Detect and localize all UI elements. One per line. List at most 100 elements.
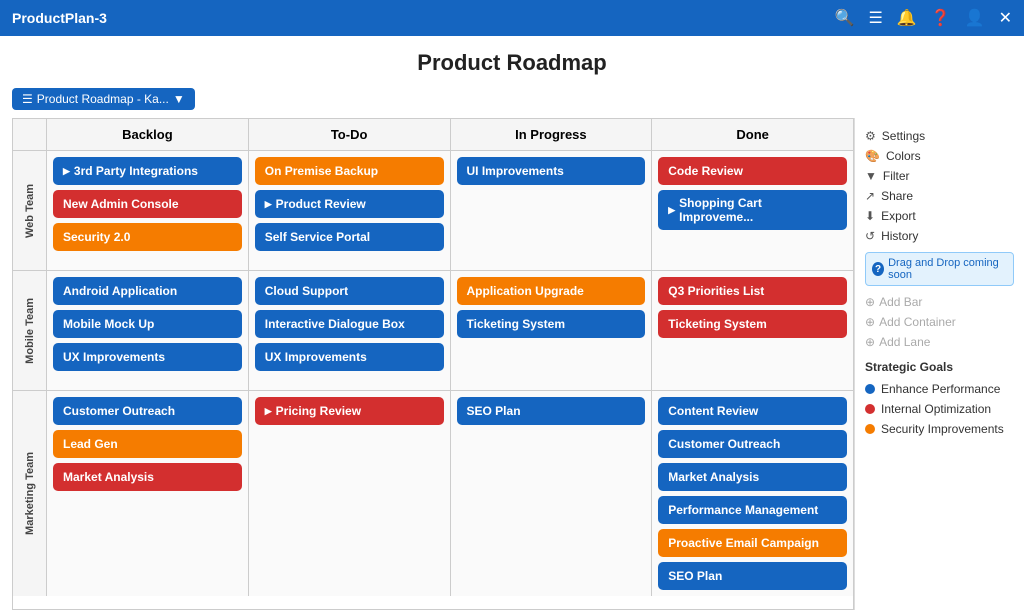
breadcrumb-label: Product Roadmap - Ka... [37,92,169,106]
card-label: Shopping Cart Improveme... [679,196,837,224]
card-label: UX Improvements [265,350,367,364]
card-label: Proactive Email Campaign [668,536,819,550]
cell-web-team-todo: On Premise Backup ▶Product Review Self Ser… [249,151,451,270]
lane-label-text: Web Team [24,184,36,238]
card-chevron-icon: ▶ [668,205,675,216]
share-icon: ↗ [865,189,875,203]
card[interactable]: Proactive Email Campaign [658,529,847,557]
card[interactable]: SEO Plan [658,562,847,590]
card-chevron-icon: ▶ [265,406,272,417]
strategic-goal-item: Security Improvements [865,419,1014,439]
topbar-icons: 🔍 ☰ 🔔 ❓ 👤 ✕ [835,8,1012,28]
goal-label: Enhance Performance [881,382,1000,396]
kanban-row: Web Team ▶ 3rd Party Integrations New Admin… [13,151,853,271]
sidebar-menu-item-settings[interactable]: ⚙Settings [865,126,1014,146]
close-icon[interactable]: ✕ [999,8,1012,28]
cell-web-team-backlog: ▶ 3rd Party Integrations New Admin Console… [47,151,249,270]
topbar: ProductPlan-3 🔍 ☰ 🔔 ❓ 👤 ✕ [0,0,1024,36]
cell-web-team-done: Code Review ▶ Shopping Cart Improveme... [652,151,853,270]
card[interactable]: Market Analysis [658,463,847,491]
bell-icon[interactable]: 🔔 [897,8,917,28]
card[interactable]: Self Service Portal [255,223,444,251]
card[interactable]: ▶ Pricing Review [255,397,444,425]
card[interactable]: UI Improvements [457,157,646,185]
card[interactable]: UX Improvements [53,343,242,371]
search-icon[interactable]: 🔍 [835,8,855,28]
card-label: Cloud Support [265,284,348,298]
card-chevron-icon: ▶ [265,199,272,210]
col-header-done: Done [652,119,853,150]
sidebar-menu-item-history[interactable]: ↺History [865,226,1014,246]
card[interactable]: ▶ 3rd Party Integrations [53,157,242,185]
card-label: Content Review [668,404,758,418]
add-add-lane-button[interactable]: ⊕Add Lane [865,332,1014,352]
card[interactable]: Security 2.0 [53,223,242,251]
add-add-bar-button[interactable]: ⊕Add Bar [865,292,1014,312]
sidebar-menu-label: Export [881,209,916,223]
card[interactable]: SEO Plan [457,397,646,425]
card[interactable]: Customer Outreach [53,397,242,425]
card-label: Performance Management [668,503,818,517]
menu-icon[interactable]: ☰ [868,8,882,28]
card[interactable]: On Premise Backup [255,157,444,185]
lane-label-web-team: Web Team [13,151,47,270]
card-chevron-icon: ▶ [63,166,70,177]
add-add-container-button[interactable]: ⊕Add Container [865,312,1014,332]
card[interactable]: Code Review [658,157,847,185]
settings-icon: ⚙ [865,129,876,143]
sidebar-menu-item-filter[interactable]: ▼Filter [865,166,1014,186]
goal-label: Internal Optimization [881,402,991,416]
card-label: 3rd Party Integrations [74,164,198,178]
strategic-goal-item: Internal Optimization [865,399,1014,419]
breadcrumb-button[interactable]: ☰ Product Roadmap - Ka... ▼ [12,88,195,110]
card[interactable]: Ticketing System [457,310,646,338]
card[interactable]: Market Analysis [53,463,242,491]
help-icon[interactable]: ❓ [931,8,951,28]
card[interactable]: Performance Management [658,496,847,524]
card-label: Customer Outreach [668,437,780,451]
card-label: Self Service Portal [265,230,370,244]
card[interactable]: ▶ Shopping Cart Improveme... [658,190,847,230]
sidebar-right: ⚙Settings🎨Colors▼Filter ↗ Share ⬇ Export ↺His… [854,118,1024,610]
cell-marketing-team-backlog: Customer Outreach Lead Gen Market Analysis [47,391,249,596]
card-label: Q3 Priorities List [668,284,764,298]
kanban-rows: Web Team ▶ 3rd Party Integrations New Admin… [13,151,853,609]
lane-label-spacer [13,119,47,150]
sidebar-menu-item-colors[interactable]: 🎨Colors [865,146,1014,166]
card-label: Market Analysis [63,470,154,484]
card-label: Pricing Review [276,404,361,418]
strategic-goals-title: Strategic Goals [865,360,1014,374]
card[interactable]: Lead Gen [53,430,242,458]
card[interactable]: New Admin Console [53,190,242,218]
main-layout: Backlog To-Do In Progress Done Web Team▶… [0,118,1024,610]
card[interactable]: Cloud Support [255,277,444,305]
card[interactable]: Q3 Priorities List [658,277,847,305]
sidebar-menu-item-export[interactable]: ⬇ Export [865,206,1014,226]
card[interactable]: Android Application [53,277,242,305]
breadcrumb-icon: ☰ [22,92,33,106]
kanban-board: Backlog To-Do In Progress Done Web Team▶… [12,118,854,610]
sidebar-menu-label: Share [881,189,913,203]
card[interactable]: Content Review [658,397,847,425]
card[interactable]: Application Upgrade [457,277,646,305]
kanban-row: Mobile TeamAndroid ApplicationMobile Moc… [13,271,853,391]
filter-icon: ▼ [865,169,877,183]
add-item-label: Add Bar [879,295,922,309]
card[interactable]: Customer Outreach [658,430,847,458]
cell-mobile-team-in-progress: Application Upgrade Ticketing System [451,271,653,390]
card[interactable]: Mobile Mock Up [53,310,242,338]
cell-marketing-team-done: Content Review Customer Outreach Market An… [652,391,853,596]
card[interactable]: ▶Product Review [255,190,444,218]
cell-marketing-team-in-progress: SEO Plan [451,391,653,596]
card[interactable]: Ticketing System [658,310,847,338]
add-item-label: Add Lane [879,335,930,349]
breadcrumb-bar: ☰ Product Roadmap - Ka... ▼ [0,84,1024,118]
card[interactable]: Interactive Dialogue Box [255,310,444,338]
cell-mobile-team-backlog: Android Application Mobile Mock Up UX Impr… [47,271,249,390]
user-icon[interactable]: 👤 [965,8,985,28]
export-icon: ⬇ [865,209,875,223]
page-title: Product Roadmap [0,36,1024,84]
dnd-question-icon: ? [872,262,884,276]
card[interactable]: UX Improvements [255,343,444,371]
sidebar-menu-item-share[interactable]: ↗ Share [865,186,1014,206]
